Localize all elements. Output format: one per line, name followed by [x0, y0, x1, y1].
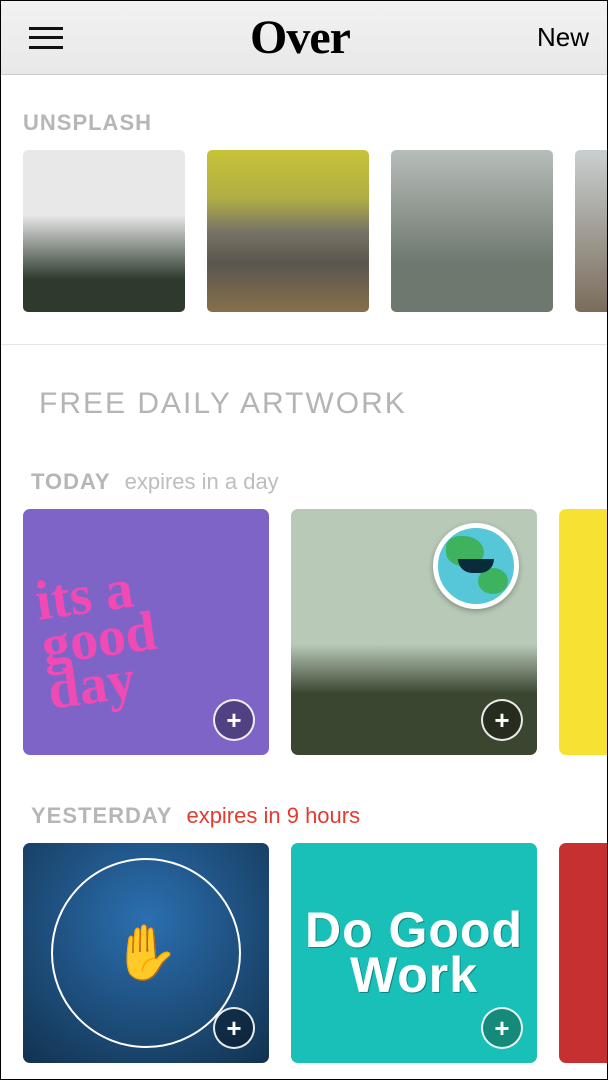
artwork-card-red[interactable]: C	[559, 843, 607, 1063]
today-subhead: TODAY expires in a day	[1, 421, 607, 509]
artwork-card-yellow[interactable]: R	[559, 509, 607, 755]
yesterday-subhead: YESTERDAY expires in 9 hours	[1, 755, 607, 843]
yesterday-label: YESTERDAY	[31, 803, 172, 829]
unsplash-label: UNSPLASH	[1, 75, 607, 150]
today-scroll[interactable]: its a good day + + R	[1, 509, 607, 755]
hand-icon: ✋	[112, 922, 179, 985]
artwork-text: its a good day	[23, 548, 269, 715]
artwork-card-earth[interactable]: +	[291, 509, 537, 755]
artwork-card-water[interactable]: ✋ +	[23, 843, 269, 1063]
add-button[interactable]: +	[213, 699, 255, 741]
yesterday-scroll[interactable]: ✋ + Do Good Work + C	[1, 843, 607, 1063]
today-label: TODAY	[31, 469, 111, 495]
new-button[interactable]: New	[537, 22, 589, 53]
artwork-card-good-day[interactable]: its a good day +	[23, 509, 269, 755]
today-expiry: expires in a day	[125, 469, 279, 495]
menu-icon[interactable]	[29, 27, 63, 49]
earth-icon	[433, 523, 519, 609]
unsplash-item[interactable]	[23, 150, 185, 312]
add-button[interactable]: +	[213, 1007, 255, 1049]
add-button[interactable]: +	[481, 699, 523, 741]
artwork-card-good-work[interactable]: Do Good Work +	[291, 843, 537, 1063]
app-header: Over New	[1, 1, 607, 75]
yesterday-expiry: expires in 9 hours	[186, 803, 360, 829]
add-button[interactable]: +	[481, 1007, 523, 1049]
unsplash-scroll[interactable]	[1, 150, 607, 312]
unsplash-item[interactable]	[575, 150, 607, 312]
free-artwork-heading: FREE DAILY ARTWORK	[1, 345, 607, 421]
unsplash-item[interactable]	[391, 150, 553, 312]
artwork-text: Do Good Work	[291, 908, 537, 998]
unsplash-item[interactable]	[207, 150, 369, 312]
brand-logo: Over	[250, 10, 350, 65]
